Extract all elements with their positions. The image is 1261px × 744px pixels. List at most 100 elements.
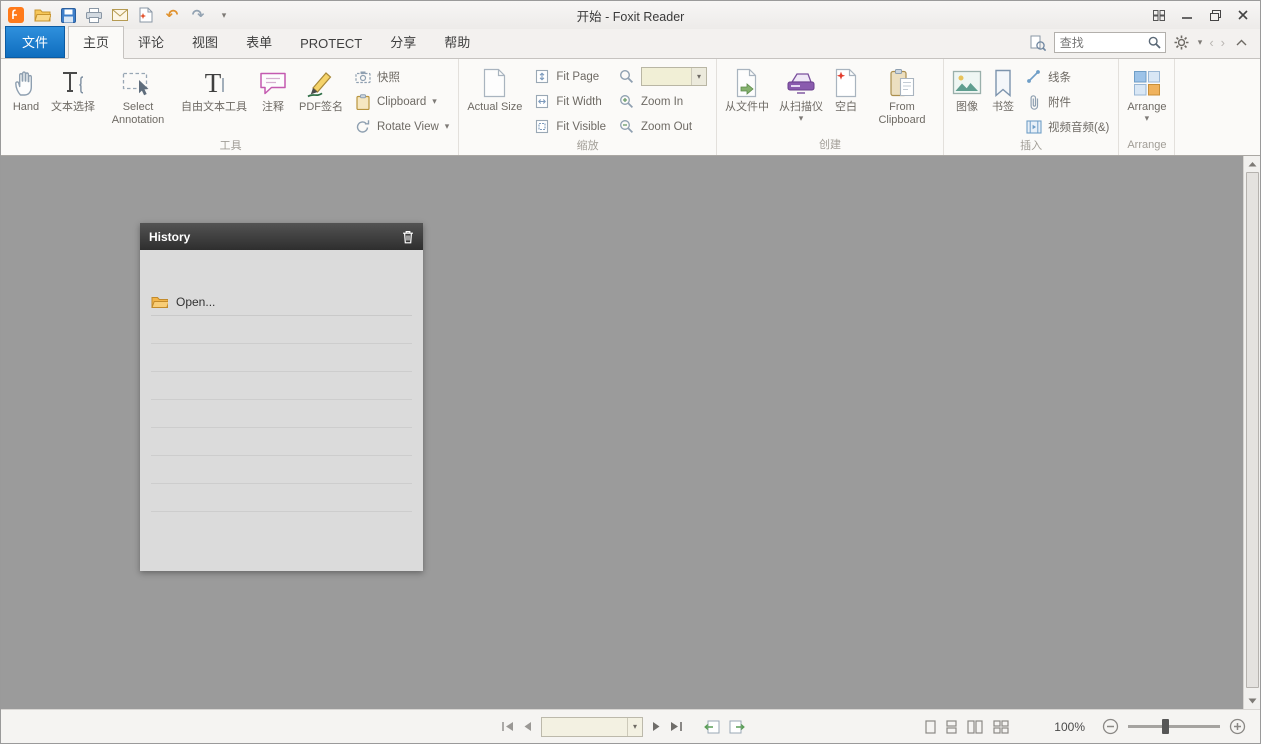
zoom-combo-chevron-icon[interactable]: ▾ <box>691 68 706 85</box>
zoom-in-label: Zoom In <box>641 96 683 108</box>
comment-label: 注释 <box>262 101 284 114</box>
search-input[interactable] <box>1055 36 1145 50</box>
insert-video-audio-button[interactable]: 视频音频(&) <box>1021 114 1113 139</box>
continuous-facing-view-icon[interactable] <box>993 720 1009 734</box>
collapse-ribbon-icon[interactable] <box>1232 34 1250 52</box>
snapshot-label: 快照 <box>377 69 400 85</box>
quick-access-toolbar: ↶ ↷ ▾ <box>7 6 233 24</box>
zoom-in-icon <box>618 93 635 110</box>
snapshot-button[interactable]: 快照 <box>350 64 453 89</box>
actual-size-label: Actual Size <box>467 101 522 114</box>
last-page-icon[interactable] <box>670 721 683 732</box>
close-button[interactable] <box>1232 6 1254 24</box>
zoom-out-circle-icon[interactable] <box>1102 718 1119 735</box>
restore-button[interactable] <box>1204 6 1226 24</box>
previous-page-icon[interactable] <box>523 721 532 732</box>
minimize-button[interactable] <box>1176 6 1198 24</box>
pdf-sign-button[interactable]: PDF签名 <box>294 60 348 139</box>
fit-page-button[interactable]: Fit Page <box>529 64 610 89</box>
zoom-slider[interactable] <box>1128 725 1220 728</box>
create-blank-button[interactable]: 空白 <box>828 60 864 138</box>
redo-icon[interactable]: ↷ <box>189 6 207 24</box>
page-number-combobox[interactable]: ▾ <box>541 717 643 737</box>
free-text-tool-button[interactable]: T 自由文本工具 <box>176 60 252 139</box>
from-file-label: 从文件中 <box>725 101 769 114</box>
previous-view-icon[interactable] <box>704 720 720 734</box>
window-controls <box>1148 6 1254 24</box>
arrange-button[interactable]: Arrange ▾ <box>1122 60 1171 138</box>
clear-history-trash-icon[interactable] <box>402 230 414 244</box>
insert-bookmark-button[interactable]: 书签 <box>987 60 1019 139</box>
single-page-view-icon[interactable] <box>925 720 936 734</box>
qat-customize-chevron-icon[interactable]: ▾ <box>215 6 233 24</box>
clipboard-button[interactable]: Clipboard ▾ <box>350 89 453 114</box>
settings-chevron-icon[interactable]: ▾ <box>1198 38 1203 47</box>
zoom-level-row: ▾ <box>614 64 711 89</box>
create-from-file-button[interactable]: 从文件中 <box>720 60 774 138</box>
print-icon[interactable] <box>85 6 103 24</box>
history-empty-row <box>151 400 412 428</box>
tab-view[interactable]: 视图 <box>178 27 232 58</box>
actual-size-button[interactable]: Actual Size <box>462 60 527 139</box>
search-icon[interactable] <box>1145 33 1165 52</box>
tab-share[interactable]: 分享 <box>376 27 430 58</box>
save-icon[interactable] <box>59 6 77 24</box>
history-open-item[interactable]: Open... <box>151 288 412 316</box>
vertical-scrollbar[interactable] <box>1243 156 1260 709</box>
tab-form[interactable]: 表单 <box>232 27 286 58</box>
open-file-icon[interactable] <box>33 6 51 24</box>
hand-tool-button[interactable]: Hand <box>6 60 46 139</box>
scrollbar-thumb[interactable] <box>1246 172 1259 688</box>
settings-gear-icon[interactable] <box>1173 34 1191 52</box>
ribbon-tabbar: 文件 主页 评论 视图 表单 PROTECT 分享 帮助 ▾ ‹ › <box>1 29 1260 59</box>
page-combo-chevron-icon[interactable]: ▾ <box>627 718 642 736</box>
zoom-group-label: 缩放 <box>462 139 713 155</box>
zoom-out-button[interactable]: Zoom Out <box>614 114 711 139</box>
history-empty-row <box>151 484 412 512</box>
rotate-view-button[interactable]: Rotate View ▾ <box>350 114 453 139</box>
tab-protect[interactable]: PROTECT <box>286 31 376 58</box>
bookmark-label: 书签 <box>992 101 1014 114</box>
tab-file[interactable]: 文件 <box>5 26 65 58</box>
undo-icon[interactable]: ↶ <box>163 6 181 24</box>
zoom-in-button[interactable]: Zoom In <box>614 89 711 114</box>
scroll-down-arrow-icon[interactable] <box>1244 693 1260 709</box>
text-select-button[interactable]: 文本选择 <box>46 60 100 139</box>
create-from-scanner-button[interactable]: 从扫描仪 ▾ <box>774 60 828 138</box>
zoom-out-icon <box>618 118 635 135</box>
scroll-up-arrow-icon[interactable] <box>1244 156 1260 172</box>
tab-comment[interactable]: 评论 <box>124 27 178 58</box>
first-page-icon[interactable] <box>501 721 514 732</box>
facing-view-icon[interactable] <box>967 720 983 734</box>
comment-button[interactable]: 注释 <box>252 60 294 139</box>
fit-width-button[interactable]: Fit Width <box>529 89 610 114</box>
zoom-in-circle-icon[interactable] <box>1229 718 1246 735</box>
tab-home[interactable]: 主页 <box>68 26 124 59</box>
select-annotation-button[interactable]: Select Annotation <box>100 60 176 139</box>
insert-attachment-button[interactable]: 附件 <box>1021 89 1113 114</box>
next-page-icon[interactable] <box>652 721 661 732</box>
zoom-slider-handle[interactable] <box>1162 719 1169 734</box>
history-empty-row <box>151 344 412 372</box>
next-view-icon[interactable] <box>729 720 745 734</box>
tab-help[interactable]: 帮助 <box>430 27 484 58</box>
email-icon[interactable] <box>111 6 129 24</box>
history-panel-title: History <box>149 230 190 244</box>
create-from-clipboard-button[interactable]: From Clipboard <box>864 60 940 138</box>
ribbon-forward-chevron-icon[interactable]: › <box>1221 35 1225 50</box>
continuous-view-icon[interactable] <box>946 720 957 734</box>
titlebar: ↶ ↷ ▾ 开始 - Foxit Reader <box>1 1 1260 29</box>
fit-visible-label: Fit Visible <box>556 121 606 133</box>
insert-line-button[interactable]: 线条 <box>1021 64 1113 89</box>
ribbon-back-chevron-icon[interactable]: ‹ <box>1209 35 1213 50</box>
ribbon-group-insert: 图像 书签 线条 <box>944 59 1119 155</box>
ribbon-group-zoom: Actual Size Fit Page Fit Width <box>459 59 717 155</box>
insert-image-button[interactable]: 图像 <box>947 60 987 139</box>
new-document-icon[interactable] <box>137 6 155 24</box>
bookmark-icon <box>993 65 1013 101</box>
zoom-level-combobox[interactable]: ▾ <box>641 67 707 86</box>
search-document-icon[interactable] <box>1029 34 1047 52</box>
image-icon <box>952 65 982 101</box>
layout-panels-icon[interactable] <box>1148 6 1170 24</box>
fit-visible-button[interactable]: Fit Visible <box>529 114 610 139</box>
